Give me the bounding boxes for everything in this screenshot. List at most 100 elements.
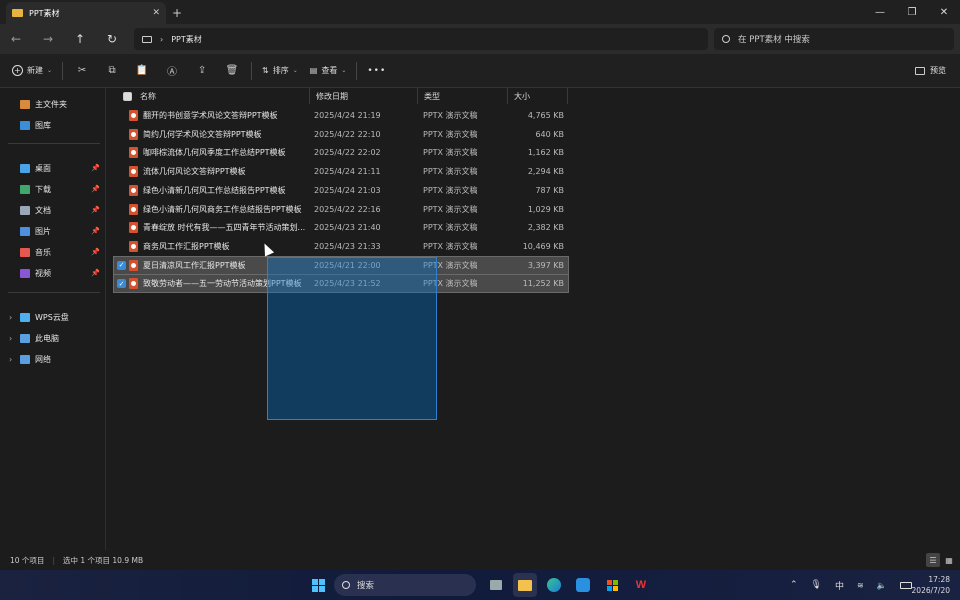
- breadcrumb[interactable]: › PPT素材: [134, 28, 708, 50]
- documents-icon: [20, 205, 30, 215]
- taskbar-search[interactable]: 搜索: [334, 574, 476, 596]
- window-controls: — ❐ ✕: [864, 0, 960, 24]
- sidebar-item[interactable]: › WPS云盘: [9, 309, 104, 325]
- new-button[interactable]: + 新建 ⌄: [6, 58, 58, 84]
- column-date[interactable]: 修改日期: [310, 88, 418, 104]
- sidebar-item[interactable]: 音乐 📌: [20, 244, 104, 260]
- pptx-file-icon: [129, 128, 138, 140]
- delete-button[interactable]: 🗑: [217, 58, 247, 84]
- title-bar: PPT素材 ✕ + — ❐ ✕: [0, 0, 960, 24]
- search-icon: [342, 581, 350, 589]
- column-name[interactable]: 名称: [114, 88, 310, 104]
- row-checkbox[interactable]: ✓: [117, 260, 126, 270]
- sidebar-item-label: 此电脑: [35, 333, 59, 343]
- chevron-up-icon[interactable]: ⌃: [790, 580, 798, 590]
- paste-button[interactable]: 📋: [127, 58, 157, 84]
- sidebar-item[interactable]: › 此电脑: [9, 330, 104, 346]
- file-explorer-taskbar-button[interactable]: [513, 573, 537, 597]
- sidebar-item[interactable]: 图片 📌: [20, 223, 104, 239]
- clock[interactable]: 17:28 2026/7/20: [912, 574, 950, 596]
- details-view-button[interactable]: ☰: [926, 553, 940, 567]
- pin-icon: 📌: [91, 185, 100, 193]
- select-all-checkbox[interactable]: [123, 91, 132, 101]
- file-row[interactable]: 绿色小清新几何风商务工作总结报告PPT模板 2025/4/22 22:16 PPTX…: [114, 201, 568, 218]
- microphone-icon[interactable]: 🎙: [811, 580, 822, 590]
- tab-close-button[interactable]: ✕: [152, 8, 160, 18]
- maximize-button[interactable]: ❐: [896, 0, 928, 24]
- file-name: 商务风工作汇报PPT模板: [143, 241, 230, 251]
- sidebar-item[interactable]: 桌面 📌: [20, 160, 104, 176]
- sidebar-divider: [8, 143, 100, 144]
- file-row[interactable]: 翻开的书创意学术风论文答辩PPT模板 2025/4/24 21:19 PPTX 演示…: [114, 107, 568, 124]
- wifi-icon[interactable]: ≋: [857, 581, 864, 590]
- file-type: PPTX 演示文稿: [423, 148, 478, 158]
- column-type[interactable]: 类型: [418, 88, 508, 104]
- navigation-pane: 主文件夹 图库 桌面 📌 下载 📌 文档 📌 图片 📌 音乐 📌 视频 📌 › WPS云盘 › 此电脑 › 网络: [0, 88, 106, 550]
- file-explorer-icon: [518, 579, 532, 591]
- back-button[interactable]: ←: [0, 24, 32, 54]
- up-button[interactable]: ↑: [64, 24, 96, 54]
- store-taskbar-button[interactable]: [600, 573, 624, 597]
- file-row[interactable]: 简约几何学术风论文答辩PPT模板 2025/4/22 22:10 PPTX 演示文稿…: [114, 126, 568, 143]
- refresh-icon: ↻: [106, 32, 118, 46]
- task-view-button[interactable]: [484, 573, 508, 597]
- task-view-icon: [490, 580, 502, 590]
- sidebar-item[interactable]: 视频 📌: [20, 265, 104, 281]
- new-label: 新建: [27, 66, 43, 75]
- file-date: 2025/4/23 21:33: [314, 241, 381, 251]
- scissors-icon: ✂: [77, 65, 87, 76]
- clock-date: 2026/7/20: [911, 586, 950, 595]
- forward-button[interactable]: →: [32, 24, 64, 54]
- chevron-right-icon[interactable]: ›: [9, 355, 12, 364]
- file-row[interactable]: 商务风工作汇报PPT模板 2025/4/23 21:33 PPTX 演示文稿 10,4…: [114, 238, 568, 255]
- row-checkbox[interactable]: ✓: [117, 279, 126, 289]
- share-button[interactable]: ⇪: [187, 58, 217, 84]
- wps-taskbar-button[interactable]: W: [629, 573, 653, 597]
- start-button[interactable]: [306, 573, 330, 597]
- sync-app-icon: [576, 578, 590, 592]
- sort-button[interactable]: ⇅ 排序 ⌄: [256, 58, 304, 84]
- copy-button[interactable]: ⧉: [97, 58, 127, 84]
- file-size: 640 KB: [535, 129, 564, 139]
- preview-pane-icon: [915, 66, 925, 75]
- sidebar-item[interactable]: 下载 📌: [20, 181, 104, 197]
- sidebar-item[interactable]: › 网络: [9, 351, 104, 367]
- refresh-button[interactable]: ↻: [96, 24, 128, 54]
- sidebar-item-label: 桌面: [35, 163, 51, 173]
- desktop-icon: [20, 163, 30, 173]
- file-row[interactable]: 流体几何风论文答辩PPT模板 2025/4/24 21:11 PPTX 演示文稿 2,…: [114, 163, 568, 180]
- sidebar-item[interactable]: 文档 📌: [20, 202, 104, 218]
- column-size[interactable]: 大小: [508, 88, 568, 104]
- volume-icon[interactable]: 🔈: [877, 581, 887, 590]
- share-icon: ⇪: [197, 65, 207, 76]
- breadcrumb-segment[interactable]: PPT素材: [171, 34, 202, 45]
- rename-button[interactable]: Ⓐ: [157, 58, 187, 84]
- edge-taskbar-button[interactable]: [542, 573, 566, 597]
- sidebar-item[interactable]: 主文件夹: [20, 96, 104, 112]
- cut-button[interactable]: ✂: [67, 58, 97, 84]
- chevron-right-icon[interactable]: ›: [9, 313, 12, 322]
- sync-app-taskbar-button[interactable]: [571, 573, 595, 597]
- taskbar-search-label: 搜索: [357, 581, 375, 591]
- pptx-file-icon: [129, 222, 138, 234]
- preview-pane-button[interactable]: 预览: [915, 65, 946, 76]
- close-button[interactable]: ✕: [928, 0, 960, 24]
- more-button[interactable]: •••: [361, 58, 392, 84]
- file-row[interactable]: 青春绽放 时代有我——五四青年节活动策划... 2025/4/23 21:40 PP…: [114, 219, 568, 236]
- chevron-right-icon[interactable]: ›: [9, 334, 12, 343]
- file-type: PPTX 演示文稿: [423, 111, 478, 120]
- tab-ppt-folder[interactable]: PPT素材 ✕: [6, 2, 166, 24]
- tiles-view-button[interactable]: ▦: [942, 553, 956, 567]
- file-row[interactable]: 咖啡棕流体几何风季度工作总结PPT模板 2025/4/22 22:02 PPTX 演…: [114, 144, 568, 161]
- chevron-right-icon: ›: [160, 34, 164, 44]
- pptx-file-icon: [129, 166, 138, 178]
- sidebar-item[interactable]: 图库: [20, 117, 104, 133]
- ime-indicator[interactable]: 中: [835, 579, 844, 592]
- new-tab-button[interactable]: +: [166, 2, 188, 24]
- battery-icon[interactable]: [899, 581, 912, 589]
- pptx-file-icon: [129, 147, 138, 159]
- search-input[interactable]: 在 PPT素材 中搜索: [714, 28, 954, 50]
- file-row[interactable]: 绿色小清新几何风工作总结报告PPT模板 2025/4/24 21:03 PPTX 演…: [114, 182, 568, 199]
- minimize-button[interactable]: —: [864, 0, 896, 24]
- view-button[interactable]: ▤ 查看 ⌄: [304, 58, 353, 84]
